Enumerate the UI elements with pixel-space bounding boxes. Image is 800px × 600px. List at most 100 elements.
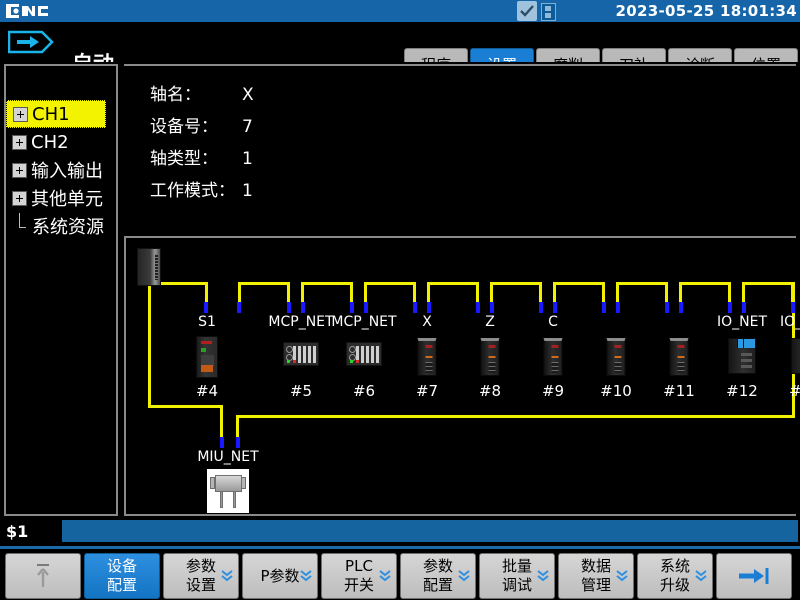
bus-wire bbox=[490, 282, 542, 285]
chevron-down-icon bbox=[537, 569, 549, 583]
info-value: X bbox=[242, 85, 254, 105]
button-line2: 配置 bbox=[423, 576, 453, 595]
bus-wire bbox=[413, 282, 416, 304]
button-line1: 系统 bbox=[660, 557, 690, 576]
bus-wire bbox=[220, 405, 223, 441]
next-page-arrow-icon bbox=[737, 566, 771, 586]
device-number: #4 bbox=[196, 382, 218, 400]
chevron-down-icon bbox=[379, 569, 391, 583]
toolbar-back-button[interactable] bbox=[5, 553, 81, 599]
io-module-icon bbox=[791, 338, 800, 374]
servo-drive-icon bbox=[607, 338, 626, 376]
button-line1: PLC bbox=[345, 557, 373, 576]
bus-wire bbox=[301, 282, 304, 304]
bus-wire bbox=[539, 282, 542, 304]
device-number: #5 bbox=[290, 382, 312, 400]
bus-wire bbox=[616, 282, 619, 304]
info-row: 轴类型：1 bbox=[150, 144, 253, 169]
port-in bbox=[204, 302, 208, 313]
info-value: 7 bbox=[242, 117, 253, 137]
device-number: #12 bbox=[726, 382, 758, 400]
chevron-down-icon bbox=[300, 569, 312, 583]
datetime-display: 2023-05-25 18:01:34 bbox=[616, 0, 798, 22]
toolbar-p-param-button[interactable]: P参数 bbox=[242, 553, 318, 599]
bus-wire bbox=[350, 282, 353, 304]
expand-plus-icon[interactable] bbox=[12, 135, 27, 150]
bus-wire bbox=[364, 282, 367, 304]
bus-wire bbox=[427, 282, 430, 304]
device-label: MCP_NET bbox=[331, 314, 396, 330]
tree-item-ch2[interactable]: CH2 bbox=[6, 128, 116, 156]
tree-item-label: CH2 bbox=[31, 132, 69, 153]
expand-plus-icon[interactable] bbox=[12, 163, 27, 178]
port-out bbox=[364, 302, 368, 313]
toolbar-plc-switch-button[interactable]: PLC 开关 bbox=[321, 553, 397, 599]
port-out bbox=[679, 302, 683, 313]
toolbar-next-page-button[interactable] bbox=[716, 553, 792, 599]
bus-wire bbox=[205, 282, 208, 304]
toolbar-system-upgrade-button[interactable]: 系统 升级 bbox=[637, 553, 713, 599]
chevron-down-icon bbox=[458, 569, 470, 583]
bus-wire bbox=[427, 282, 479, 285]
info-value: 1 bbox=[242, 149, 253, 169]
info-row: 轴名：X bbox=[150, 80, 254, 105]
tree-item-io[interactable]: 输入输出 bbox=[6, 156, 116, 184]
up-arrow-icon bbox=[35, 562, 51, 590]
toolbar-param-settings-button[interactable]: 参数 设置 bbox=[163, 553, 239, 599]
info-row: 工作模式：1 bbox=[150, 176, 253, 201]
expand-plus-icon[interactable] bbox=[12, 191, 27, 206]
bus-wire bbox=[679, 282, 682, 304]
channel-tag: $1 bbox=[0, 519, 60, 544]
tree-item-label: CH1 bbox=[32, 104, 70, 125]
button-line2: 调试 bbox=[502, 576, 532, 595]
port-out bbox=[236, 437, 240, 448]
tree-item-label: 系统资源 bbox=[32, 213, 104, 239]
button-line1: 批量 bbox=[502, 557, 532, 576]
toolbar-device-config-button[interactable]: 设备 配置 bbox=[84, 553, 160, 599]
cnc-hmi-screen: 2023-05-25 18:01:34 自动 程序 设置 磨削 刀补 诊断 位置 bbox=[0, 0, 800, 600]
tree-item-system-resources[interactable]: 系统资源 bbox=[6, 212, 116, 240]
device-number: #11 bbox=[663, 382, 695, 400]
bus-wire bbox=[476, 282, 479, 304]
port-out bbox=[427, 302, 431, 313]
toolbar-param-config-button[interactable]: 参数 配置 bbox=[400, 553, 476, 599]
status-bar: $1 bbox=[0, 518, 800, 544]
toolbar-data-manage-button[interactable]: 数据 管理 bbox=[558, 553, 634, 599]
device-number: #13 bbox=[789, 382, 800, 400]
info-row: 设备号：7 bbox=[150, 112, 253, 137]
port-in bbox=[602, 302, 606, 313]
device-number: #8 bbox=[479, 382, 501, 400]
chevron-down-icon bbox=[695, 569, 707, 583]
bus-wire bbox=[553, 282, 556, 304]
miu-module-icon bbox=[207, 469, 249, 513]
port-out bbox=[301, 302, 305, 313]
bus-wire bbox=[665, 282, 668, 304]
device-label: Z bbox=[485, 314, 495, 330]
bus-wire bbox=[742, 282, 792, 285]
port-out bbox=[742, 302, 746, 313]
bus-wire bbox=[236, 415, 795, 418]
bus-wire bbox=[238, 282, 241, 304]
port-in bbox=[287, 302, 291, 313]
title-bar: 2023-05-25 18:01:34 bbox=[0, 0, 800, 22]
toolbar-batch-debug-button[interactable]: 批量 调试 bbox=[479, 553, 555, 599]
cnc-logo-icon bbox=[3, 2, 55, 20]
port-in bbox=[476, 302, 480, 313]
bus-wire bbox=[679, 282, 731, 285]
expand-plus-icon[interactable] bbox=[13, 107, 28, 122]
bus-wire bbox=[176, 282, 208, 285]
port-out bbox=[237, 302, 241, 313]
device-number: #7 bbox=[416, 382, 438, 400]
servo-drive-icon bbox=[481, 338, 500, 376]
port-in bbox=[728, 302, 732, 313]
tree-item-ch1[interactable]: CH1 bbox=[6, 100, 106, 128]
port-out bbox=[553, 302, 557, 313]
function-toolbar: 设备 配置 参数 设置 P参数 PLC 开关 bbox=[0, 546, 800, 600]
device-topology-panel: S1 #4 MCP_NET #5 bbox=[124, 236, 796, 516]
tree-item-other-units[interactable]: 其他单元 bbox=[6, 184, 116, 212]
bus-wire bbox=[148, 282, 151, 408]
battery-icon bbox=[541, 3, 556, 21]
bus-wire bbox=[553, 282, 605, 285]
device-label: X bbox=[422, 314, 432, 330]
device-number: #10 bbox=[600, 382, 632, 400]
